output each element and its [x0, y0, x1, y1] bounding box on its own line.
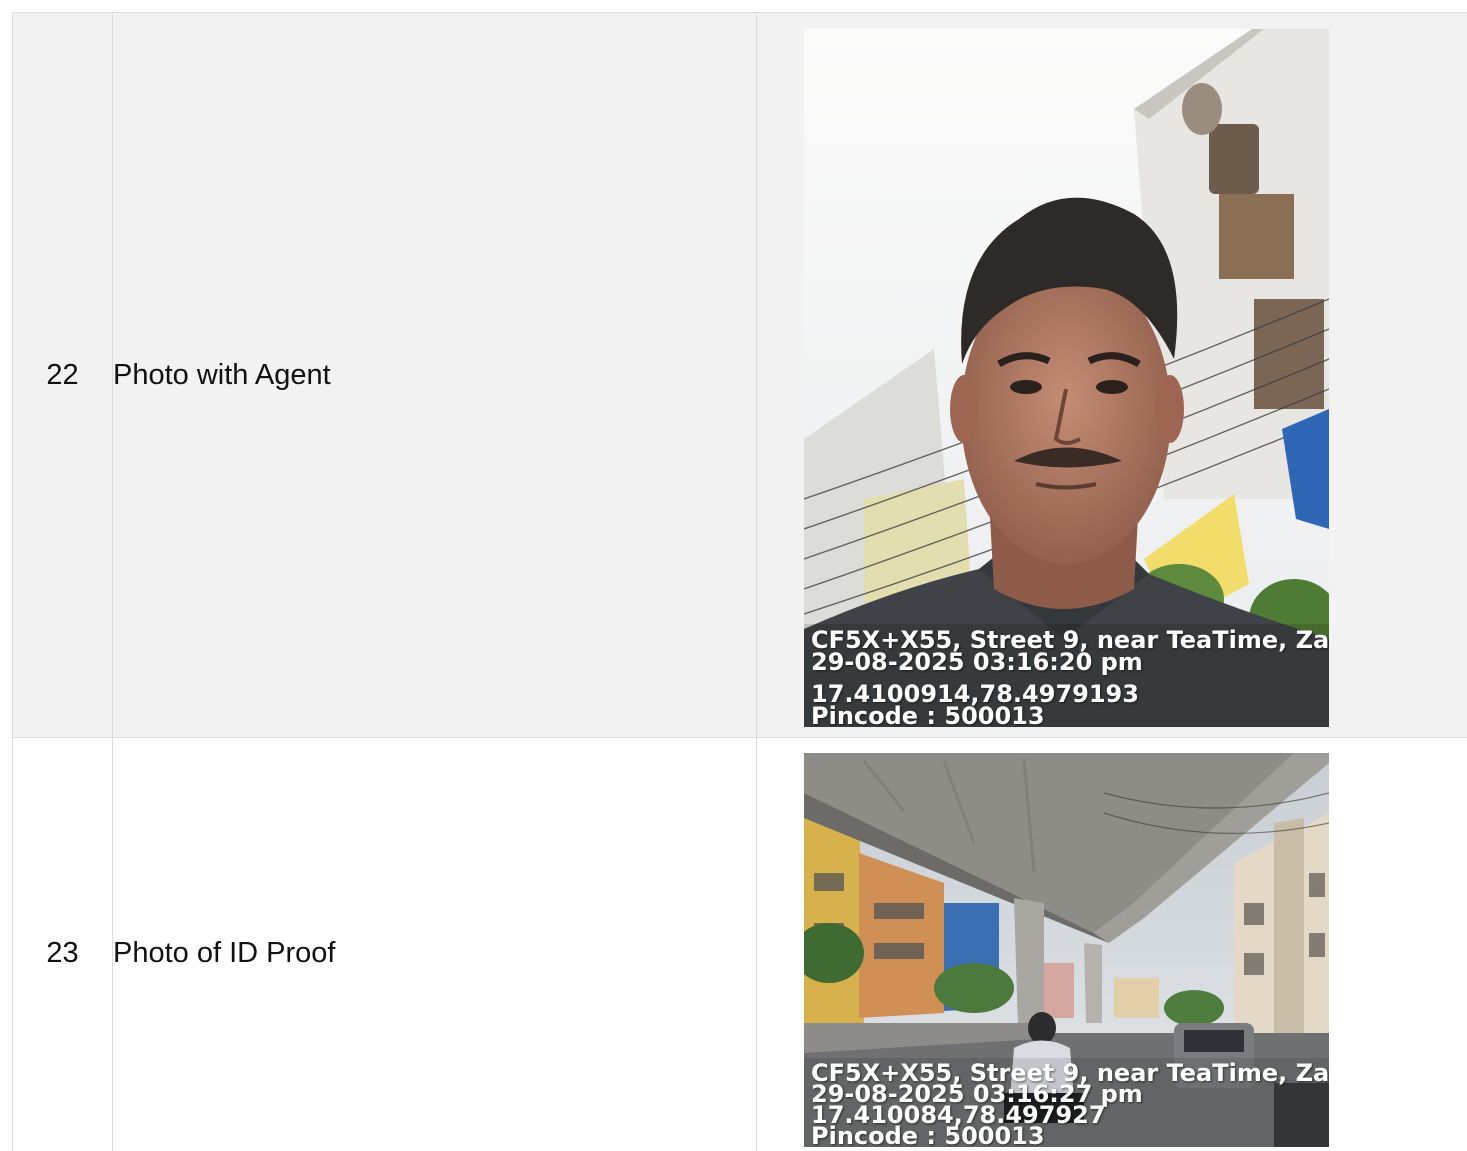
row-label: Photo of ID Proof	[112, 737, 757, 1151]
agent-selfie-photo[interactable]: CF5X+X55, Street 9, near TeaTime, Zamist…	[804, 29, 1329, 727]
verification-photo-table: 22 Photo with Agent CF5X+X55, Street 9, …	[12, 12, 1467, 1151]
row-number: 22	[12, 12, 113, 738]
street-photo-drawing	[804, 753, 1329, 1147]
photo-cell: CF5X+X55, Street 9, near TeaTime, Zamist…	[756, 12, 1467, 738]
row-label: Photo with Agent	[112, 12, 757, 738]
row-number: 23	[12, 737, 113, 1151]
table-row: 23 Photo of ID Proof CF5X+X55, Street 9,…	[12, 737, 1467, 1151]
selfie-photo-drawing	[804, 29, 1329, 727]
table-row: 22 Photo with Agent CF5X+X55, Street 9, …	[12, 12, 1467, 738]
photo-cell: CF5X+X55, Street 9, near TeaTime, Zamist…	[756, 737, 1467, 1151]
id-proof-photo[interactable]: CF5X+X55, Street 9, near TeaTime, Zamist…	[804, 753, 1329, 1147]
document-page: 22 Photo with Agent CF5X+X55, Street 9, …	[0, 0, 1467, 1151]
